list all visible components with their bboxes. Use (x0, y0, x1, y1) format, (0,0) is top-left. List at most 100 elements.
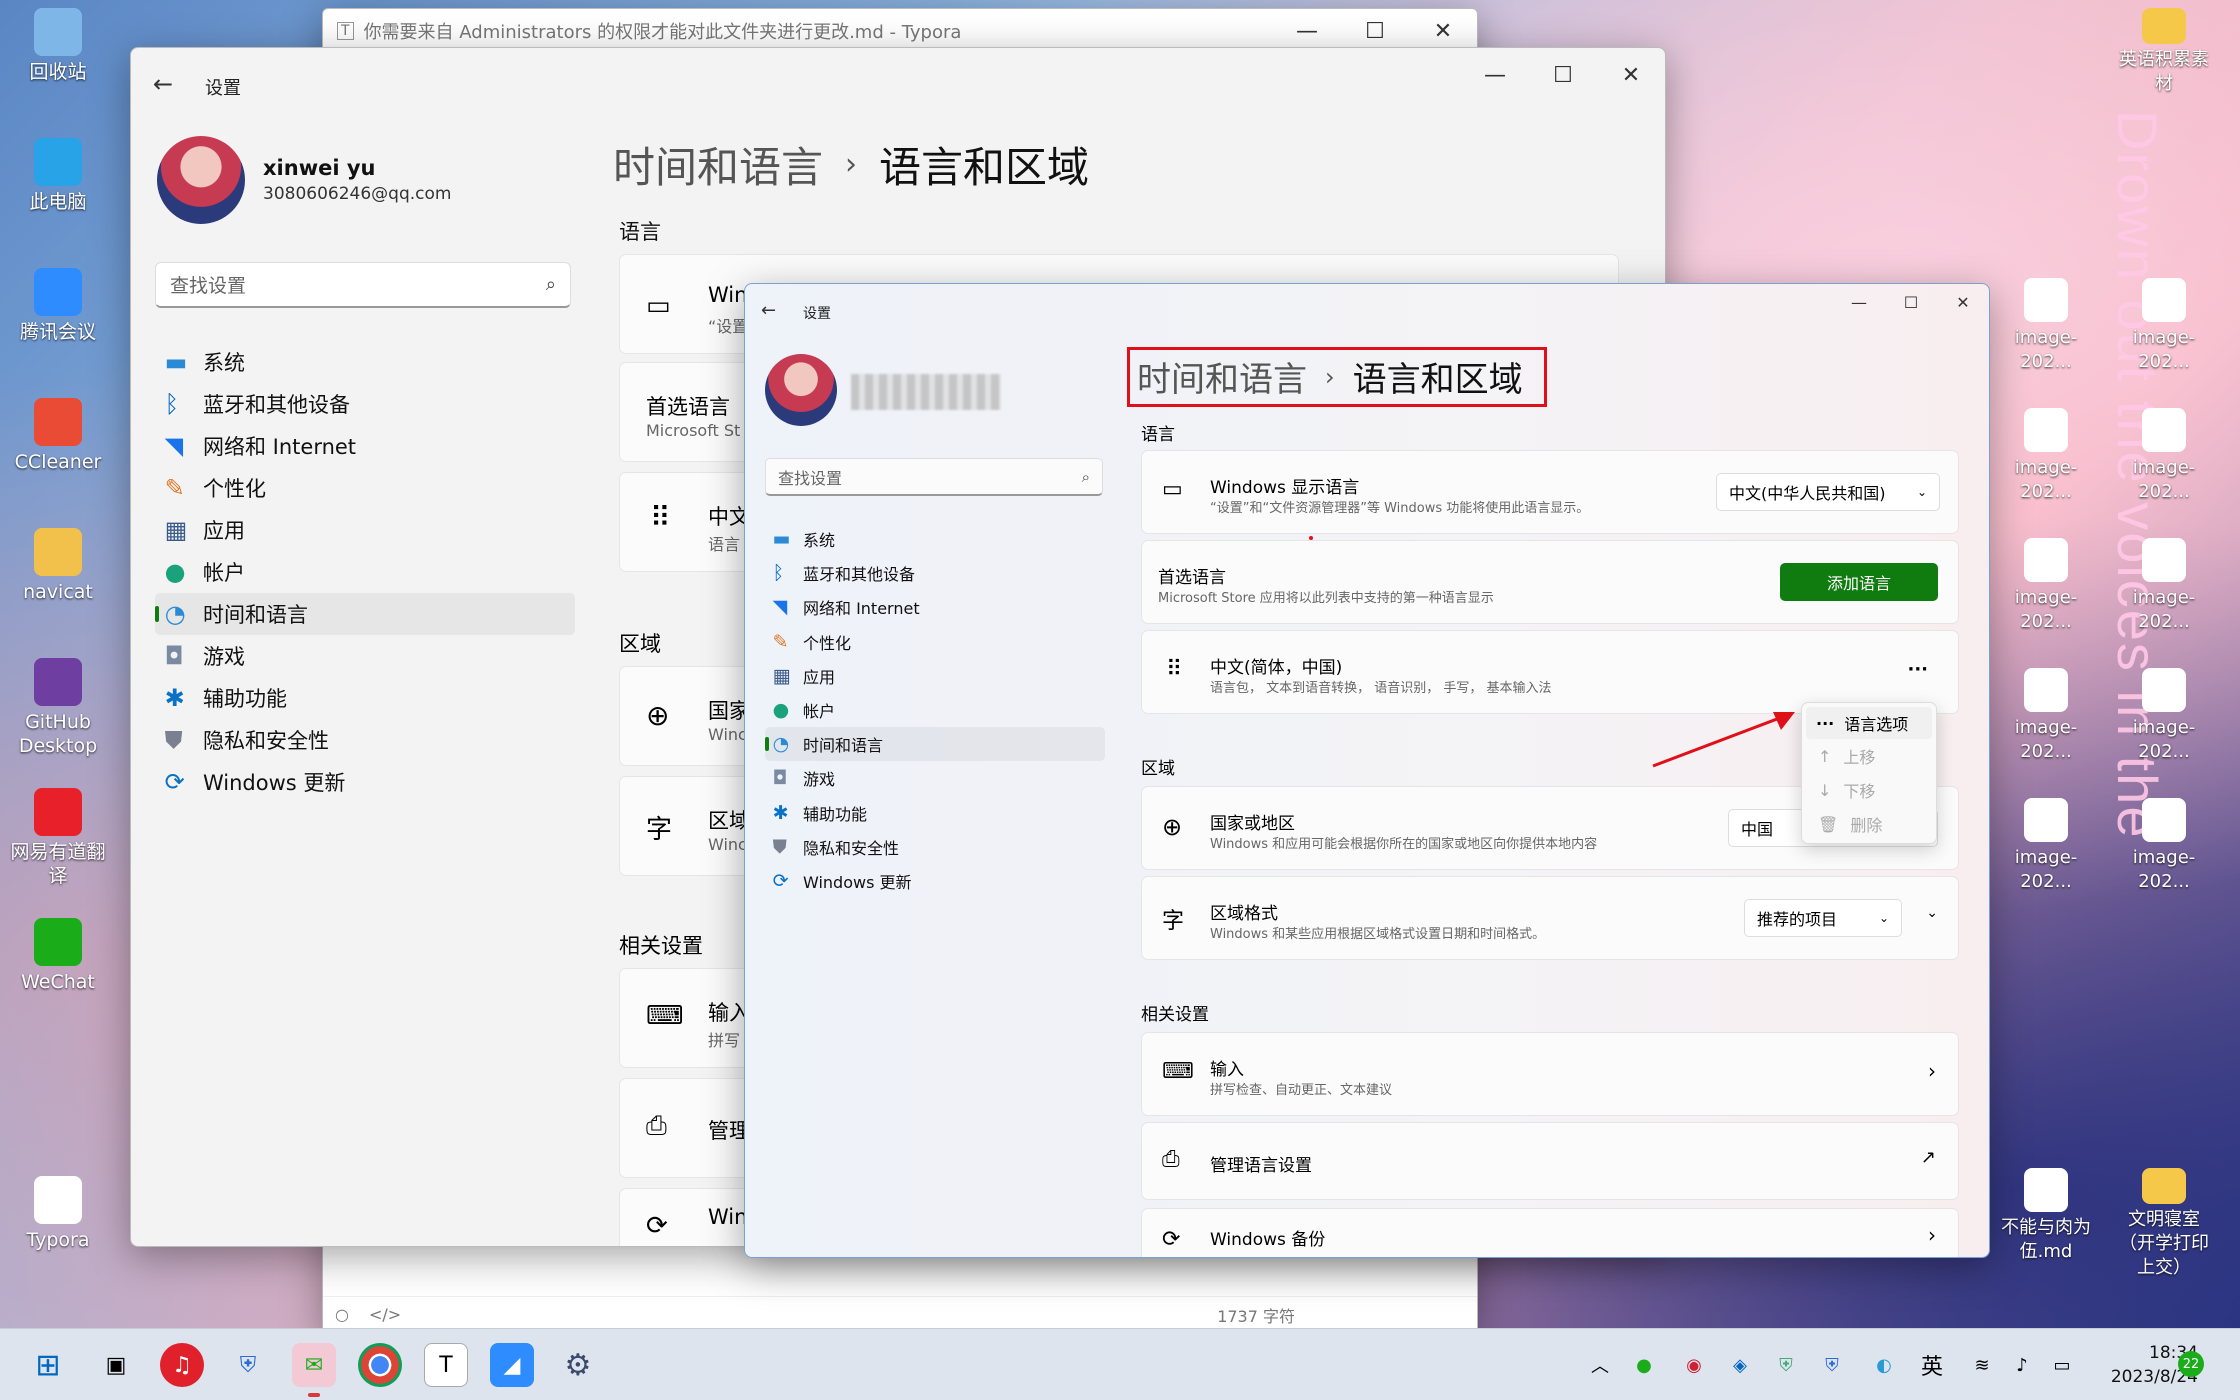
typora-taskbar-icon[interactable]: T (424, 1343, 468, 1387)
sidebar-item[interactable]: ▦ 应用 (155, 509, 575, 551)
desktop-shortcut[interactable]: image-202... (2114, 798, 2214, 894)
expand-chevron-icon[interactable]: ⌄ (1926, 905, 1938, 921)
tray-app-icon[interactable]: ◉ (1672, 1343, 1716, 1387)
backup-row[interactable]: ⟳ Windows 备份 › (1141, 1208, 1959, 1257)
sidebar-item[interactable]: ▦ 应用 (765, 659, 1105, 693)
tray-overflow-icon[interactable]: ︿ (1578, 1343, 1622, 1387)
sidebar-item[interactable]: ● 帐户 (155, 551, 575, 593)
back-button[interactable]: ← (761, 300, 776, 321)
netease-music-icon[interactable]: ♫ (160, 1343, 204, 1387)
sidebar-item[interactable]: ● 帐户 (765, 693, 1105, 727)
desktop-shortcut[interactable]: 英语积累素材 (2114, 8, 2214, 96)
search-icon[interactable]: ⌕ (546, 274, 556, 295)
desktop-shortcut[interactable]: image-202... (2114, 538, 2214, 634)
desktop-shortcut[interactable]: image-202... (1996, 668, 2096, 764)
menu-item-language-options[interactable]: ··· 语言选项 (1806, 707, 1932, 739)
sidebar-item[interactable]: ⟳ Windows 更新 (765, 864, 1105, 898)
back-button[interactable]: ← (153, 70, 173, 98)
breadcrumb-parent[interactable]: 时间和语言 (1137, 352, 1307, 401)
drag-handle-icon[interactable]: ⠿ (650, 501, 670, 534)
sidebar-item[interactable]: ᛒ 蓝牙和其他设备 (765, 556, 1105, 590)
sidebar-item[interactable]: ᛒ 蓝牙和其他设备 (155, 383, 575, 425)
sidebar-item[interactable]: ◔ 时间和语言 (155, 593, 575, 635)
desktop-shortcut[interactable]: 不能与肉为伍.md (1996, 1168, 2096, 1264)
more-options-icon[interactable]: ··· (1907, 659, 1928, 680)
desktop-shortcut[interactable]: image-202... (2114, 278, 2214, 374)
sidebar-item[interactable]: ◥ 网络和 Internet (155, 425, 575, 467)
desktop-shortcut[interactable]: 网易有道翻译 (8, 788, 108, 888)
add-language-button[interactable]: 添加语言 (1780, 563, 1938, 601)
sidebar-item[interactable]: ⟳ Windows 更新 (155, 761, 575, 803)
chrome-icon[interactable] (358, 1343, 402, 1387)
tencent-meeting-taskbar-icon[interactable]: ◢ (490, 1343, 534, 1387)
maximize-button[interactable]: ☐ (1885, 284, 1937, 320)
ime-indicator[interactable]: 英 (1910, 1343, 1954, 1387)
sidebar-item[interactable]: ✱ 辅助功能 (155, 677, 575, 719)
tray-wechat-icon[interactable]: ● (1622, 1343, 1666, 1387)
sidebar-item[interactable]: ◘ 游戏 (765, 761, 1105, 795)
desktop-shortcut-label: 不能与肉为伍.md (2001, 1217, 2091, 1262)
desktop-shortcut[interactable]: image-202... (2114, 408, 2214, 504)
wifi-icon[interactable]: ≋ (1960, 1343, 2004, 1387)
display-language-dropdown[interactable]: 中文(中华人民共和国) ⌄ (1716, 473, 1940, 511)
avatar[interactable] (157, 136, 245, 224)
settings-window-front[interactable]: ← 设置 — ☐ ✕ 查找设置 ⌕ ▬ 系统 ᛒ 蓝牙和其他设备 ◥ 网络和 Intern… (744, 283, 1990, 1258)
desktop-shortcut[interactable]: Typora (8, 1176, 108, 1252)
typora-circle-icon[interactable]: ○ (335, 1305, 349, 1324)
search-icon[interactable]: ⌕ (1082, 468, 1090, 486)
search-box[interactable]: 查找设置 ⌕ (155, 262, 571, 308)
close-button[interactable]: ✕ (1597, 53, 1665, 97)
task-view-icon[interactable]: ▣ (94, 1343, 138, 1387)
desktop-shortcut[interactable]: WeChat (8, 918, 108, 994)
sidebar-item[interactable]: ✎ 个性化 (155, 467, 575, 509)
wechat-taskbar-icon[interactable]: ✉ (292, 1343, 336, 1387)
input-row[interactable]: ⌨ 输入 拼写检查、自动更正、文本建议 › (1141, 1032, 1959, 1116)
sidebar-item[interactable]: ⛊ 隐私和安全性 (765, 830, 1105, 864)
desktop-shortcut[interactable]: CCleaner (8, 398, 108, 474)
tray-shield-icon[interactable]: ⛨ (1764, 1343, 1808, 1387)
typora-source-icon[interactable]: </> (369, 1305, 401, 1324)
manage-language-row[interactable]: ⎙ 管理语言设置 ↗ (1141, 1122, 1959, 1200)
desktop-shortcut[interactable]: image-202... (1996, 798, 2096, 894)
security-shield-icon[interactable]: ⛨ (226, 1343, 270, 1387)
volume-icon[interactable]: ♪ (2000, 1343, 2044, 1387)
minimize-button[interactable]: — (1461, 53, 1529, 97)
desktop-shortcut[interactable]: image-202... (2114, 668, 2214, 764)
sidebar-item[interactable]: ⛊ 隐私和安全性 (155, 719, 575, 761)
breadcrumb-parent[interactable]: 时间和语言 (613, 134, 823, 195)
desktop-shortcut[interactable]: GitHub Desktop (8, 658, 108, 758)
desktop-shortcut[interactable]: 此电脑 (8, 138, 108, 214)
desktop-shortcut[interactable]: image-202... (1996, 408, 2096, 504)
region-format-row[interactable]: 字 区域格式 Windows 和某些应用根据区域格式设置日期和时间格式。 推荐的… (1141, 876, 1959, 960)
avatar[interactable] (765, 354, 837, 426)
sidebar-item[interactable]: ◥ 网络和 Internet (765, 590, 1105, 624)
desktop-shortcut[interactable]: image-202... (1996, 538, 2096, 634)
start-windows-icon[interactable]: ⊞ (26, 1343, 70, 1387)
desktop-shortcut[interactable]: 文明寝室（开学打印上交） (2114, 1168, 2214, 1280)
more-icon: ··· (1816, 713, 1835, 733)
desktop-shortcut[interactable]: 回收站 (8, 8, 108, 84)
desktop-shortcut[interactable]: 腾讯会议 (8, 268, 108, 344)
desktop-shortcut[interactable]: image-202... (1996, 278, 2096, 374)
sidebar-item[interactable]: ◔ 时间和语言 (765, 727, 1105, 762)
sidebar-item[interactable]: ✱ 辅助功能 (765, 796, 1105, 830)
tray-shield2-icon[interactable]: ⛨ (1810, 1343, 1854, 1387)
close-button[interactable]: ✕ (1937, 284, 1989, 320)
tray-edge-icon[interactable]: ◐ (1862, 1343, 1906, 1387)
desktop-shortcut[interactable]: navicat (8, 528, 108, 604)
settings-gear-icon[interactable]: ⚙ (556, 1343, 600, 1387)
drag-handle-icon[interactable]: ⠿ (1166, 657, 1182, 682)
maximize-button[interactable]: ☐ (1529, 53, 1597, 97)
sidebar-item[interactable]: ▬ 系统 (765, 522, 1105, 556)
search-box[interactable]: 查找设置 ⌕ (765, 458, 1103, 496)
tray-blue-icon[interactable]: ◈ (1718, 1343, 1762, 1387)
battery-icon[interactable]: ▭ (2040, 1343, 2084, 1387)
notification-badge[interactable]: 22 (2178, 1351, 2204, 1377)
sidebar-item[interactable]: ✎ 个性化 (765, 625, 1105, 659)
sidebar-item[interactable]: ▬ 系统 (155, 341, 575, 383)
sidebar-item[interactable]: ◘ 游戏 (155, 635, 575, 677)
minimize-button[interactable]: — (1833, 284, 1885, 320)
search-input[interactable]: 查找设置 (170, 271, 546, 298)
search-input[interactable]: 查找设置 (778, 465, 1082, 489)
format-dropdown[interactable]: 推荐的项目 ⌄ (1744, 899, 1902, 937)
